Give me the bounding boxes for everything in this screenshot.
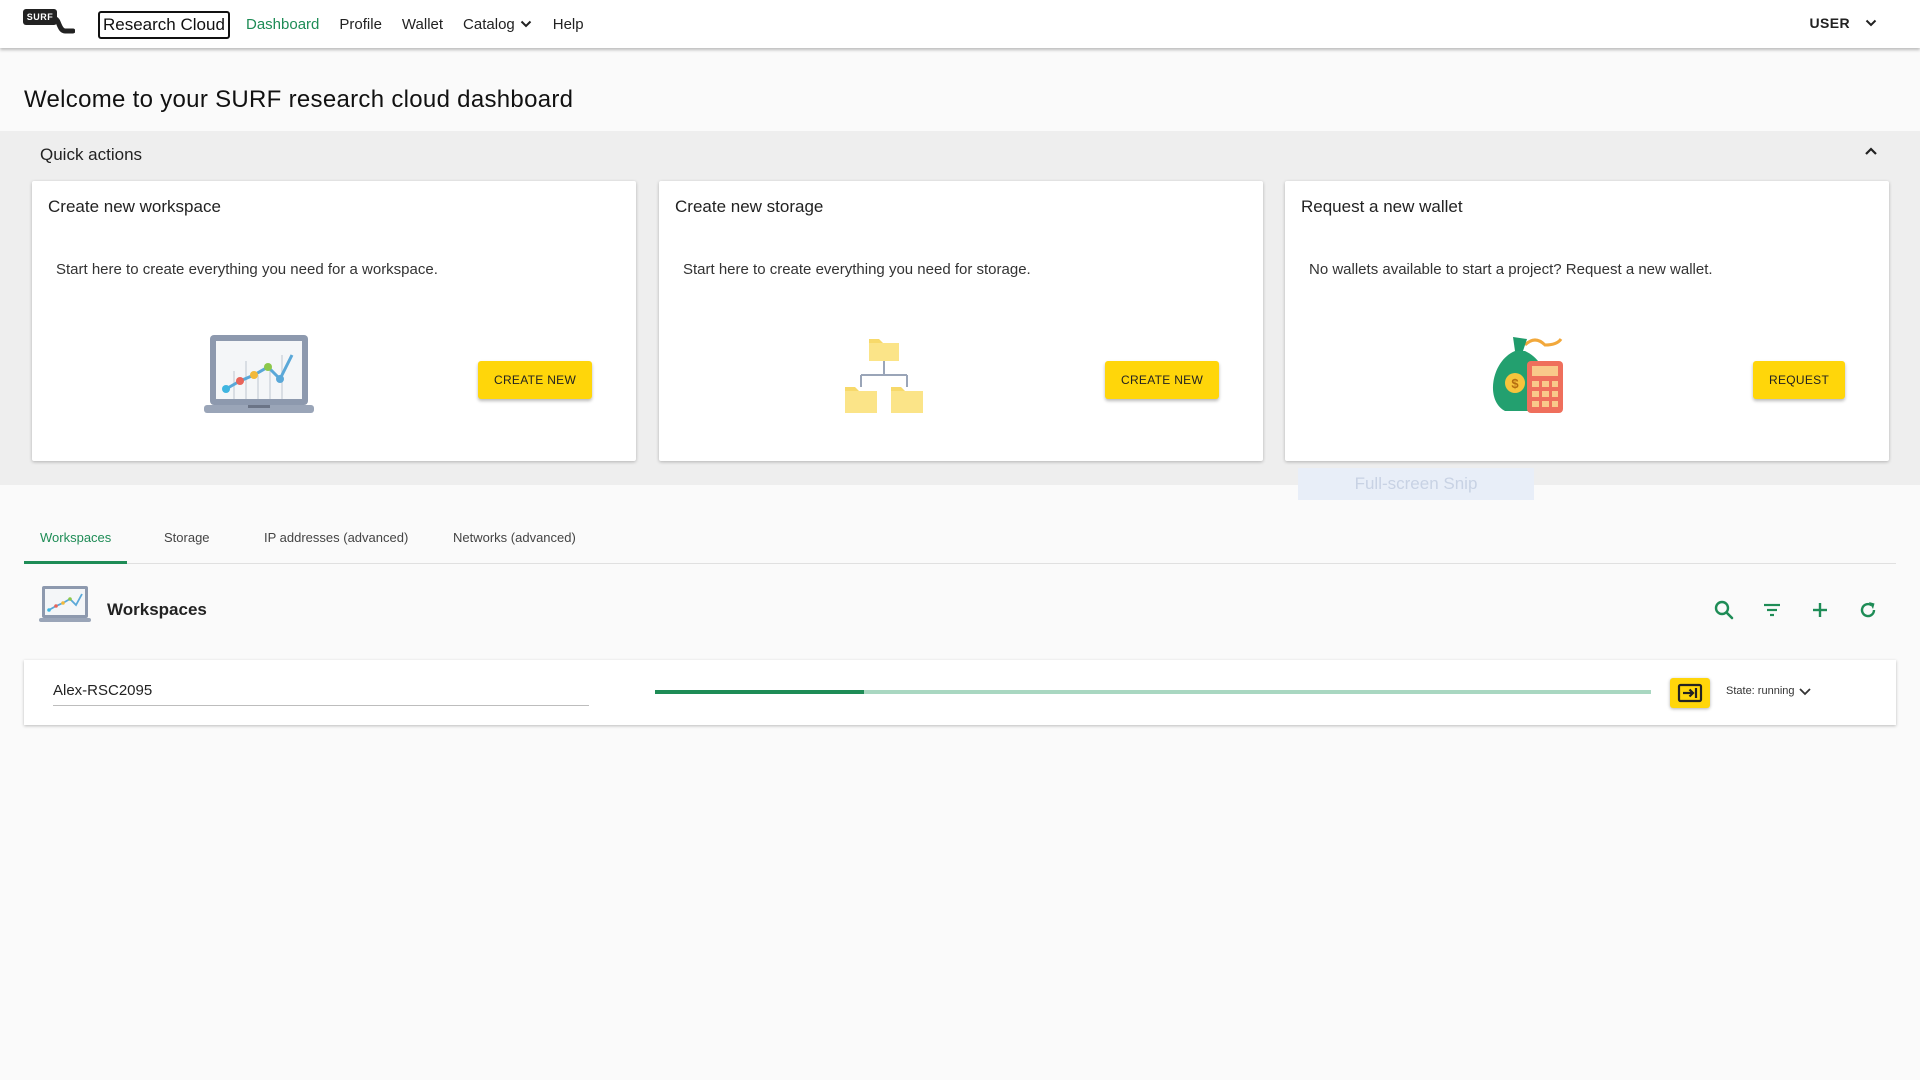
tab-ip-addresses[interactable]: IP addresses (advanced) [264, 524, 408, 564]
chevron-down-icon [1865, 19, 1877, 27]
nav-item-profile[interactable]: Profile [339, 16, 382, 33]
chevron-down-icon [520, 20, 531, 28]
card-description: Start here to create everything you need… [683, 261, 1031, 278]
card-create-storage: Create new storage Start here to create … [659, 181, 1263, 461]
tab-storage[interactable]: Storage [164, 524, 210, 564]
workspaces-toolbar [1688, 598, 1880, 622]
login-arrow-icon [1677, 683, 1703, 703]
workspace-state: State: running [1726, 685, 1795, 697]
nav-item-wallet[interactable]: Wallet [402, 16, 443, 33]
quick-actions-panel: Quick actions Create new workspace Start… [0, 131, 1920, 485]
tab-workspaces[interactable]: Workspaces [24, 524, 128, 564]
card-description: No wallets available to start a project?… [1309, 261, 1713, 278]
card-create-workspace: Create new workspace Start here to creat… [32, 181, 636, 461]
workspace-name[interactable]: Alex-RSC2095 [53, 682, 589, 706]
tab-networks[interactable]: Networks (advanced) [453, 524, 576, 564]
workspaces-laptop-icon [39, 586, 91, 622]
brand-title[interactable]: Research Cloud [98, 11, 230, 39]
card-title: Create new storage [675, 197, 824, 216]
logo-tail-icon [53, 17, 75, 34]
nav-item-dashboard[interactable]: Dashboard [246, 16, 319, 33]
filter-icon[interactable] [1760, 598, 1784, 622]
card-request-wallet: Request a new wallet No wallets availabl… [1285, 181, 1889, 461]
chevron-up-icon[interactable] [1862, 143, 1880, 161]
quick-actions-title: Quick actions [40, 145, 143, 164]
create-storage-button[interactable]: CREATE NEW [1105, 361, 1220, 399]
nav-item-catalog[interactable]: Catalog [463, 16, 533, 33]
chevron-down-icon[interactable] [1796, 682, 1814, 700]
folder-tree-icon [845, 339, 923, 413]
laptop-chart-icon [204, 335, 314, 413]
snip-overlay[interactable]: Full-screen Snip [1298, 468, 1534, 500]
surf-logo[interactable]: SURF [23, 9, 75, 37]
workspace-progress-fill [655, 690, 865, 694]
create-workspace-button[interactable]: CREATE NEW [478, 361, 593, 399]
workspace-row[interactable]: Alex-RSC2095 State: running [24, 660, 1896, 725]
request-wallet-button[interactable]: REQUEST [1753, 361, 1846, 399]
workspace-connect-button[interactable] [1670, 678, 1710, 708]
tab-bar: Workspaces Storage IP addresses (advance… [24, 524, 1896, 564]
workspace-progress-bar [655, 690, 1651, 694]
svg-text:$: $ [1511, 376, 1519, 391]
nav-item-help[interactable]: Help [553, 16, 584, 33]
money-bag-calculator-icon: $ [1492, 337, 1563, 413]
card-title: Request a new wallet [1301, 197, 1463, 216]
user-label: USER [1809, 15, 1850, 31]
logo-text: SURF [23, 9, 57, 25]
main-nav: Dashboard Profile Wallet Catalog Help [246, 0, 604, 48]
card-description: Start here to create everything you need… [56, 261, 438, 278]
workspaces-title: Workspaces [107, 600, 207, 619]
user-menu[interactable]: USER [1810, 0, 1879, 46]
top-navigation-bar: SURF Research Cloud Dashboard Profile Wa… [0, 0, 1920, 48]
page-title: Welcome to your SURF research cloud dash… [24, 86, 574, 113]
refresh-icon[interactable] [1856, 598, 1880, 622]
search-icon[interactable] [1712, 598, 1736, 622]
nav-item-catalog-label: Catalog [463, 15, 515, 33]
card-title: Create new workspace [48, 197, 221, 216]
add-icon[interactable] [1808, 598, 1832, 622]
